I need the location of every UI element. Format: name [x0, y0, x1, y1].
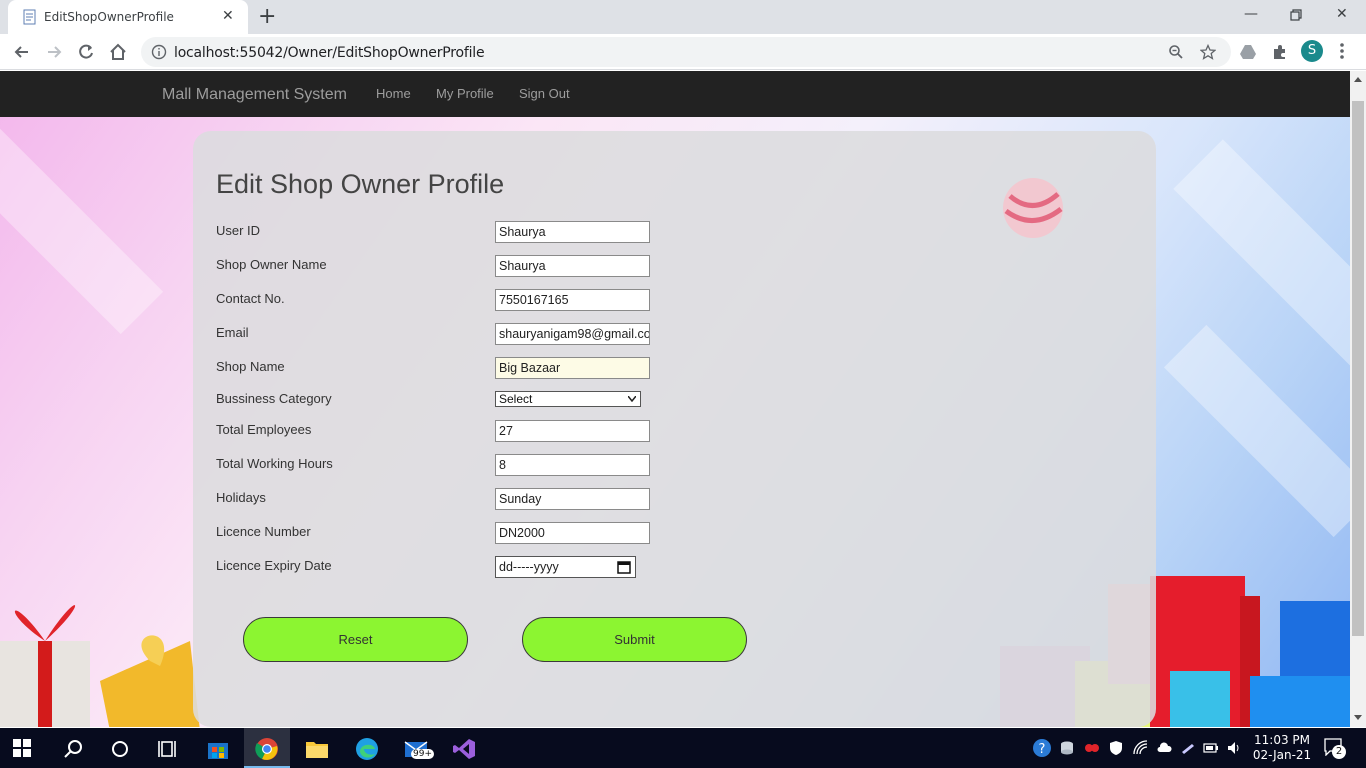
scrollbar-thumb[interactable] [1352, 101, 1364, 636]
owner-name-label: Shop Owner Name [216, 257, 327, 272]
nav-link-my-profile[interactable]: My Profile [436, 86, 494, 101]
notification-count-badge: 2 [1332, 745, 1346, 759]
site-brand[interactable]: Mall Management System [162, 86, 347, 104]
reload-icon[interactable] [76, 42, 96, 62]
windows-start-icon[interactable] [13, 739, 31, 757]
home-icon[interactable] [108, 42, 128, 62]
scroll-down-arrow-icon[interactable] [1354, 715, 1362, 720]
edge-icon[interactable] [355, 737, 379, 761]
game-icon[interactable] [1084, 740, 1100, 756]
clock-date: 02-Jan-21 [1252, 748, 1312, 762]
bookmark-star-icon[interactable] [1200, 44, 1216, 60]
edit-profile-panel: Edit Shop Owner Profile User ID Shaurya … [193, 131, 1156, 727]
email-input[interactable]: shauryanigam98@gmail.com [495, 323, 650, 345]
address-bar[interactable]: localhost:55042/Owner/EditShopOwnerProfi… [141, 37, 1231, 67]
licence-number-input[interactable]: DN2000 [495, 522, 650, 544]
forward-arrow-icon[interactable] [44, 42, 64, 62]
help-icon[interactable]: ? [1032, 738, 1052, 758]
nav-link-sign-out[interactable]: Sign Out [519, 86, 570, 101]
browser-tab[interactable]: EditShopOwnerProfile ✕ [8, 0, 248, 34]
pen-icon[interactable] [1180, 740, 1196, 756]
close-window-icon[interactable]: ✕ [1336, 6, 1348, 22]
nav-link-home[interactable]: Home [376, 86, 411, 101]
new-tab-icon[interactable]: + [258, 4, 276, 29]
scroll-up-arrow-icon[interactable] [1354, 77, 1362, 82]
cortana-icon[interactable] [108, 737, 132, 761]
wifi-icon[interactable] [1133, 740, 1149, 756]
user-id-input[interactable]: Shaurya [495, 221, 650, 243]
gift-box-decoration [0, 605, 200, 727]
svg-text:?: ? [1039, 742, 1046, 757]
category-select-value: Select [499, 392, 533, 406]
licence-expiry-label: Licence Expiry Date [216, 558, 332, 573]
clock-time: 11:03 PM [1254, 733, 1310, 747]
contact-label: Contact No. [216, 291, 285, 306]
drive-icon[interactable] [1239, 43, 1257, 61]
holidays-input[interactable]: Sunday [495, 488, 650, 510]
category-select[interactable]: Select [495, 391, 641, 407]
browser-tab-strip: EditShopOwnerProfile ✕ + — ✕ [0, 0, 1366, 34]
file-explorer-icon[interactable] [305, 737, 329, 761]
chrome-icon[interactable] [255, 737, 279, 761]
licence-number-label: Licence Number [216, 524, 311, 539]
battery-icon[interactable] [1203, 740, 1219, 756]
category-label: Bussiness Category [216, 391, 332, 406]
tab-title: EditShopOwnerProfile [44, 10, 174, 24]
task-view-icon[interactable] [156, 737, 180, 761]
page-icon [23, 9, 36, 25]
holidays-label: Holidays [216, 490, 266, 505]
close-tab-icon[interactable]: ✕ [222, 8, 234, 24]
user-id-label: User ID [216, 223, 261, 238]
employees-input[interactable]: 27 [495, 420, 650, 442]
page-title: Edit Shop Owner Profile [216, 169, 505, 199]
restore-icon[interactable] [1290, 9, 1302, 21]
info-icon[interactable] [151, 44, 167, 60]
site-navbar: Mall Management System Home My Profile S… [0, 71, 1350, 117]
menu-kebab-icon[interactable] [1340, 42, 1344, 60]
profile-avatar[interactable]: S [1301, 40, 1323, 62]
submit-button[interactable]: Submit [522, 617, 747, 662]
page-scrollbar[interactable] [1350, 71, 1366, 727]
back-arrow-icon[interactable] [12, 42, 32, 62]
web-page: Mall Management System Home My Profile S… [0, 71, 1350, 727]
chevron-down-icon [628, 396, 636, 402]
licence-expiry-date-input[interactable]: dd-----yyyy [495, 556, 636, 578]
url-text[interactable]: localhost:55042/Owner/EditShopOwnerProfi… [174, 45, 485, 61]
background-stripe [1163, 324, 1350, 538]
browser-toolbar: localhost:55042/Owner/EditShopOwnerProfi… [0, 34, 1366, 70]
shop-name-input[interactable]: Big Bazaar [495, 357, 650, 379]
reset-button[interactable]: Reset [243, 617, 468, 662]
calendar-icon[interactable] [617, 560, 631, 574]
email-label: Email [216, 325, 249, 340]
mail-badge: 99+ [411, 749, 434, 759]
employees-label: Total Employees [216, 422, 312, 437]
background-stripe [0, 107, 164, 335]
security-shield-icon[interactable] [1108, 740, 1124, 756]
volume-icon[interactable] [1226, 740, 1242, 756]
database-icon[interactable] [1059, 740, 1075, 756]
store-icon[interactable] [206, 737, 230, 761]
working-hours-input[interactable]: 8 [495, 454, 650, 476]
working-hours-label: Total Working Hours [216, 456, 333, 471]
search-icon[interactable] [62, 737, 86, 761]
contact-input[interactable]: 7550167165 [495, 289, 650, 311]
zoom-icon[interactable] [1168, 44, 1184, 60]
cloud-upload-icon[interactable] [1156, 740, 1172, 756]
windows-taskbar: 99+ ? 11:03 PM 02-Jan-21 2 [0, 728, 1366, 768]
extensions-icon[interactable] [1271, 43, 1289, 61]
balloon-decoration [1003, 178, 1063, 238]
visual-studio-icon[interactable] [452, 737, 476, 761]
shop-name-label: Shop Name [216, 359, 285, 374]
owner-name-input[interactable]: Shaurya [495, 255, 650, 277]
system-clock[interactable]: 11:03 PM 02-Jan-21 [1252, 733, 1312, 763]
date-placeholder: dd-----yyyy [499, 560, 559, 574]
minimize-icon[interactable]: — [1244, 6, 1258, 22]
